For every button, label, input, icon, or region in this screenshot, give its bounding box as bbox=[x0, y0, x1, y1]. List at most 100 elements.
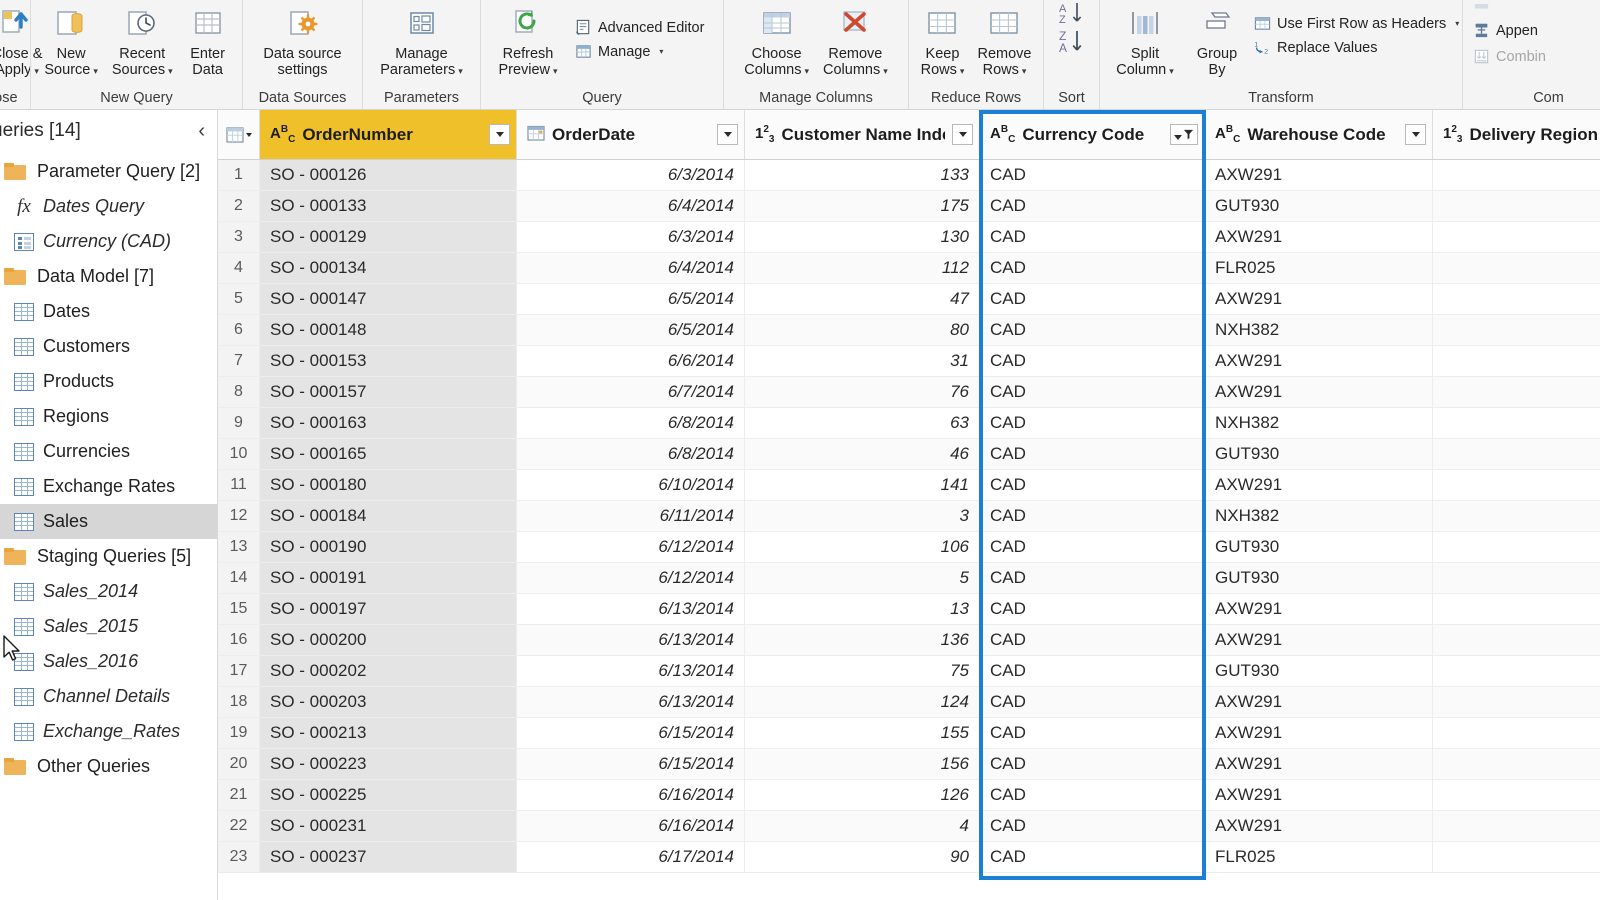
cell-currency-code[interactable]: CAD bbox=[980, 439, 1205, 469]
column-header-orderdate[interactable]: OrderDate bbox=[517, 110, 745, 159]
cell-ordernumber[interactable]: SO - 000163 bbox=[260, 408, 517, 438]
cell-currency-code[interactable]: CAD bbox=[980, 160, 1205, 190]
collapse-chevron-icon[interactable]: ‹ bbox=[198, 121, 205, 141]
query-list-item-regions[interactable]: Regions bbox=[0, 399, 217, 434]
cell-ordernumber[interactable]: SO - 000180 bbox=[260, 470, 517, 500]
cell-customer-name-index[interactable]: 90 bbox=[745, 842, 980, 872]
cell-warehouse-code[interactable]: GUT930 bbox=[1205, 191, 1433, 221]
cell-currency-code[interactable]: CAD bbox=[980, 377, 1205, 407]
query-list-item-parameter-query-2[interactable]: Parameter Query [2] bbox=[0, 154, 217, 189]
cell-currency-code[interactable]: CAD bbox=[980, 532, 1205, 562]
cell-ordernumber[interactable]: SO - 000165 bbox=[260, 439, 517, 469]
table-row[interactable]: 22 SO - 000231 6/16/2014 4 CAD AXW291 bbox=[218, 811, 1600, 842]
cell-delivery-region-in[interactable] bbox=[1433, 687, 1600, 717]
cell-currency-code[interactable]: CAD bbox=[980, 191, 1205, 221]
query-list-item-customers[interactable]: Customers bbox=[0, 329, 217, 364]
cell-warehouse-code[interactable]: AXW291 bbox=[1205, 594, 1433, 624]
cell-currency-code[interactable]: CAD bbox=[980, 563, 1205, 593]
cell-warehouse-code[interactable]: AXW291 bbox=[1205, 284, 1433, 314]
cell-delivery-region-in[interactable] bbox=[1433, 625, 1600, 655]
cell-warehouse-code[interactable]: AXW291 bbox=[1205, 718, 1433, 748]
cell-warehouse-code[interactable]: GUT930 bbox=[1205, 563, 1433, 593]
cell-customer-name-index[interactable]: 155 bbox=[745, 718, 980, 748]
query-list-item-dates-query[interactable]: fx Dates Query bbox=[0, 189, 217, 224]
new-source-button[interactable]: New Source ▾ bbox=[38, 2, 103, 79]
cell-warehouse-code[interactable]: AXW291 bbox=[1205, 222, 1433, 252]
cell-customer-name-index[interactable]: 130 bbox=[745, 222, 980, 252]
cell-ordernumber[interactable]: SO - 000213 bbox=[260, 718, 517, 748]
cell-customer-name-index[interactable]: 3 bbox=[745, 501, 980, 531]
cell-delivery-region-in[interactable] bbox=[1433, 594, 1600, 624]
column-header-currency-code[interactable]: ABC Currency Code bbox=[980, 110, 1205, 159]
query-list-item-staging-queries-5[interactable]: Staging Queries [5] bbox=[0, 539, 217, 574]
cell-ordernumber[interactable]: SO - 000225 bbox=[260, 780, 517, 810]
cell-customer-name-index[interactable]: 80 bbox=[745, 315, 980, 345]
cell-ordernumber[interactable]: SO - 000223 bbox=[260, 749, 517, 779]
query-list-item-sales-2014[interactable]: Sales_2014 bbox=[0, 574, 217, 609]
cell-customer-name-index[interactable]: 136 bbox=[745, 625, 980, 655]
advanced-editor-button[interactable]: Advanced Editor bbox=[571, 18, 708, 37]
remove-rows-button[interactable]: Remove Rows ▾ bbox=[972, 2, 1037, 79]
merge-queries-button[interactable] bbox=[1469, 4, 1550, 14]
cell-delivery-region-in[interactable] bbox=[1433, 222, 1600, 252]
cell-currency-code[interactable]: CAD bbox=[980, 594, 1205, 624]
cell-currency-code[interactable]: CAD bbox=[980, 501, 1205, 531]
cell-orderdate[interactable]: 6/5/2014 bbox=[517, 315, 745, 345]
cell-delivery-region-in[interactable] bbox=[1433, 470, 1600, 500]
cell-ordernumber[interactable]: SO - 000202 bbox=[260, 656, 517, 686]
query-list-item-sales[interactable]: Sales bbox=[0, 504, 217, 539]
cell-currency-code[interactable]: CAD bbox=[980, 656, 1205, 686]
column-dropdown-button-customer-name-index[interactable] bbox=[952, 124, 973, 145]
manage-query-button[interactable]: Manage ▾ bbox=[571, 42, 708, 61]
cell-warehouse-code[interactable]: GUT930 bbox=[1205, 532, 1433, 562]
table-row[interactable]: 8 SO - 000157 6/7/2014 76 CAD AXW291 bbox=[218, 377, 1600, 408]
cell-orderdate[interactable]: 6/15/2014 bbox=[517, 718, 745, 748]
query-list-item-currency-cad[interactable]: Currency (CAD) bbox=[0, 224, 217, 259]
cell-orderdate[interactable]: 6/10/2014 bbox=[517, 470, 745, 500]
choose-columns-button[interactable]: Choose Columns ▾ bbox=[738, 2, 815, 79]
cell-currency-code[interactable]: CAD bbox=[980, 625, 1205, 655]
cell-orderdate[interactable]: 6/16/2014 bbox=[517, 780, 745, 810]
cell-ordernumber[interactable]: SO - 000200 bbox=[260, 625, 517, 655]
manage-parameters-button[interactable]: Manage Parameters ▾ bbox=[368, 2, 476, 79]
table-row[interactable]: 15 SO - 000197 6/13/2014 13 CAD AXW291 bbox=[218, 594, 1600, 625]
cell-orderdate[interactable]: 6/6/2014 bbox=[517, 346, 745, 376]
table-row[interactable]: 1 SO - 000126 6/3/2014 133 CAD AXW291 bbox=[218, 160, 1600, 191]
cell-delivery-region-in[interactable] bbox=[1433, 811, 1600, 841]
cell-ordernumber[interactable]: SO - 000153 bbox=[260, 346, 517, 376]
cell-currency-code[interactable]: CAD bbox=[980, 315, 1205, 345]
cell-currency-code[interactable]: CAD bbox=[980, 749, 1205, 779]
data-source-settings-button[interactable]: Data source settings bbox=[248, 2, 358, 78]
cell-customer-name-index[interactable]: 5 bbox=[745, 563, 980, 593]
column-filter-button-currency-code[interactable] bbox=[1170, 124, 1198, 145]
group-by-button[interactable]: Group By bbox=[1186, 2, 1248, 78]
query-list-item-sales-2015[interactable]: Sales_2015 bbox=[0, 609, 217, 644]
cell-currency-code[interactable]: CAD bbox=[980, 842, 1205, 872]
enter-data-button[interactable]: Enter Data bbox=[181, 2, 235, 78]
cell-ordernumber[interactable]: SO - 000191 bbox=[260, 563, 517, 593]
cell-customer-name-index[interactable]: 4 bbox=[745, 811, 980, 841]
query-list-item-channel-details[interactable]: Channel Details bbox=[0, 679, 217, 714]
cell-currency-code[interactable]: CAD bbox=[980, 780, 1205, 810]
cell-customer-name-index[interactable]: 126 bbox=[745, 780, 980, 810]
query-list-item-dates[interactable]: Dates bbox=[0, 294, 217, 329]
cell-currency-code[interactable]: CAD bbox=[980, 284, 1205, 314]
cell-warehouse-code[interactable]: NXH382 bbox=[1205, 315, 1433, 345]
column-dropdown-button-orderdate[interactable] bbox=[717, 124, 738, 145]
cell-warehouse-code[interactable]: AXW291 bbox=[1205, 811, 1433, 841]
cell-warehouse-code[interactable]: AXW291 bbox=[1205, 687, 1433, 717]
cell-orderdate[interactable]: 6/3/2014 bbox=[517, 160, 745, 190]
table-row[interactable]: 13 SO - 000190 6/12/2014 106 CAD GUT930 bbox=[218, 532, 1600, 563]
cell-ordernumber[interactable]: SO - 000231 bbox=[260, 811, 517, 841]
cell-customer-name-index[interactable]: 75 bbox=[745, 656, 980, 686]
table-row[interactable]: 4 SO - 000134 6/4/2014 112 CAD FLR025 bbox=[218, 253, 1600, 284]
cell-delivery-region-in[interactable] bbox=[1433, 346, 1600, 376]
cell-ordernumber[interactable]: SO - 000157 bbox=[260, 377, 517, 407]
cell-currency-code[interactable]: CAD bbox=[980, 718, 1205, 748]
cell-orderdate[interactable]: 6/4/2014 bbox=[517, 253, 745, 283]
cell-warehouse-code[interactable]: AXW291 bbox=[1205, 377, 1433, 407]
cell-warehouse-code[interactable]: AXW291 bbox=[1205, 160, 1433, 190]
cell-warehouse-code[interactable]: FLR025 bbox=[1205, 253, 1433, 283]
table-row[interactable]: 18 SO - 000203 6/13/2014 124 CAD AXW291 bbox=[218, 687, 1600, 718]
query-list-item-exchange-rates[interactable]: Exchange_Rates bbox=[0, 714, 217, 749]
